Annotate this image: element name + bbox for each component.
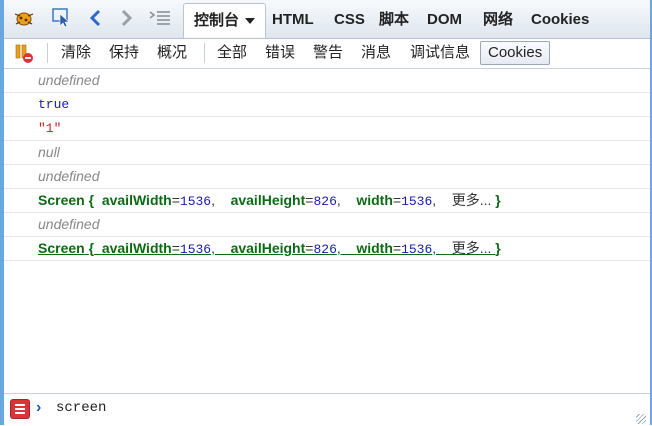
log-value: "1" (38, 121, 62, 136)
collapse-list-icon[interactable] (148, 6, 172, 30)
panel-tab-bar: 控制台 HTML CSS 脚本 DOM 网络 Cookies (4, 0, 650, 39)
firebug-bug-icon[interactable] (12, 6, 36, 30)
toolbar-divider (204, 43, 205, 63)
log-row: undefined (4, 213, 650, 237)
back-chevron-icon[interactable] (84, 6, 108, 30)
log-row: "1" (4, 117, 650, 141)
console-log: undefined true "1" null undefined Screen… (4, 69, 650, 261)
prop-value: 826 (313, 194, 337, 209)
log-value: undefined (38, 72, 100, 88)
screen-object[interactable]: Screen { availWidth=1536, availHeight=82… (38, 189, 501, 213)
chevron-down-icon[interactable] (245, 18, 256, 25)
inspect-pointer-icon[interactable] (50, 6, 74, 30)
prop-value: 1536 (179, 242, 212, 257)
filter-warnings-button[interactable]: 警告 (311, 41, 345, 65)
filter-debug-button[interactable]: 调试信息 (408, 41, 472, 65)
log-value: undefined (38, 216, 100, 232)
profile-button[interactable]: 概况 (155, 41, 189, 65)
filter-cookies-button[interactable]: Cookies (480, 41, 551, 65)
log-value: null (38, 144, 60, 160)
toolbar-divider (47, 43, 48, 63)
more-link[interactable]: 更多... (452, 240, 492, 256)
prop-name[interactable]: width (356, 192, 393, 208)
prop-name[interactable]: availHeight (231, 192, 306, 208)
error-indicator-icon[interactable] (10, 399, 30, 419)
tab-console-label: 控制台 (194, 12, 240, 29)
filter-errors-button[interactable]: 错误 (263, 41, 297, 65)
console-toolbar: 清除 保持 概况 全部 错误 警告 消息 调试信息 Cookies (4, 39, 650, 69)
log-row: Screen { availWidth=1536, availHeight=82… (4, 237, 650, 261)
prop-name[interactable]: width (356, 240, 393, 256)
screen-object[interactable]: Screen { availWidth=1536, availHeight=82… (38, 237, 501, 261)
command-prompt: › (36, 399, 42, 416)
command-input[interactable]: screen (56, 400, 106, 416)
object-close-brace: } (495, 240, 501, 256)
log-value: undefined (38, 168, 100, 184)
log-row: null (4, 141, 650, 165)
clear-button[interactable]: 清除 (59, 41, 93, 65)
resize-grip-icon[interactable] (636, 414, 646, 424)
tab-console[interactable]: 控制台 (183, 3, 267, 38)
tab-dom[interactable]: DOM (427, 7, 462, 33)
tab-cookies[interactable]: Cookies (531, 7, 589, 33)
break-on-errors-icon[interactable] (12, 41, 36, 65)
tab-css[interactable]: CSS (334, 7, 365, 33)
tab-network[interactable]: 网络 (483, 7, 513, 33)
tab-script[interactable]: 脚本 (379, 7, 409, 33)
object-name: Screen (38, 240, 85, 256)
tab-html[interactable]: HTML (272, 7, 314, 33)
log-row: true (4, 93, 650, 117)
object-open-brace: { (88, 192, 95, 208)
filter-info-button[interactable]: 消息 (359, 41, 393, 65)
prop-value: 1536 (401, 194, 433, 209)
object-name: Screen (38, 192, 85, 208)
object-open-brace: { (88, 240, 95, 256)
log-row: undefined (4, 69, 650, 93)
forward-chevron-icon[interactable] (114, 6, 138, 30)
filter-all-button[interactable]: 全部 (215, 41, 249, 65)
log-row: undefined (4, 165, 650, 189)
object-close-brace: } (495, 192, 501, 208)
prop-name[interactable]: availWidth (102, 192, 172, 208)
prop-name[interactable]: availWidth (102, 240, 172, 256)
more-link[interactable]: 更多... (452, 192, 492, 208)
persist-button[interactable]: 保持 (107, 41, 141, 65)
log-row: Screen { availWidth=1536, availHeight=82… (4, 189, 650, 213)
command-line[interactable]: › screen (4, 393, 650, 426)
prop-value: 1536 (179, 194, 212, 209)
prop-value: 1536 (401, 242, 433, 257)
prop-name[interactable]: availHeight (231, 240, 306, 256)
log-value: true (38, 97, 70, 112)
prop-value: 826 (313, 242, 337, 257)
